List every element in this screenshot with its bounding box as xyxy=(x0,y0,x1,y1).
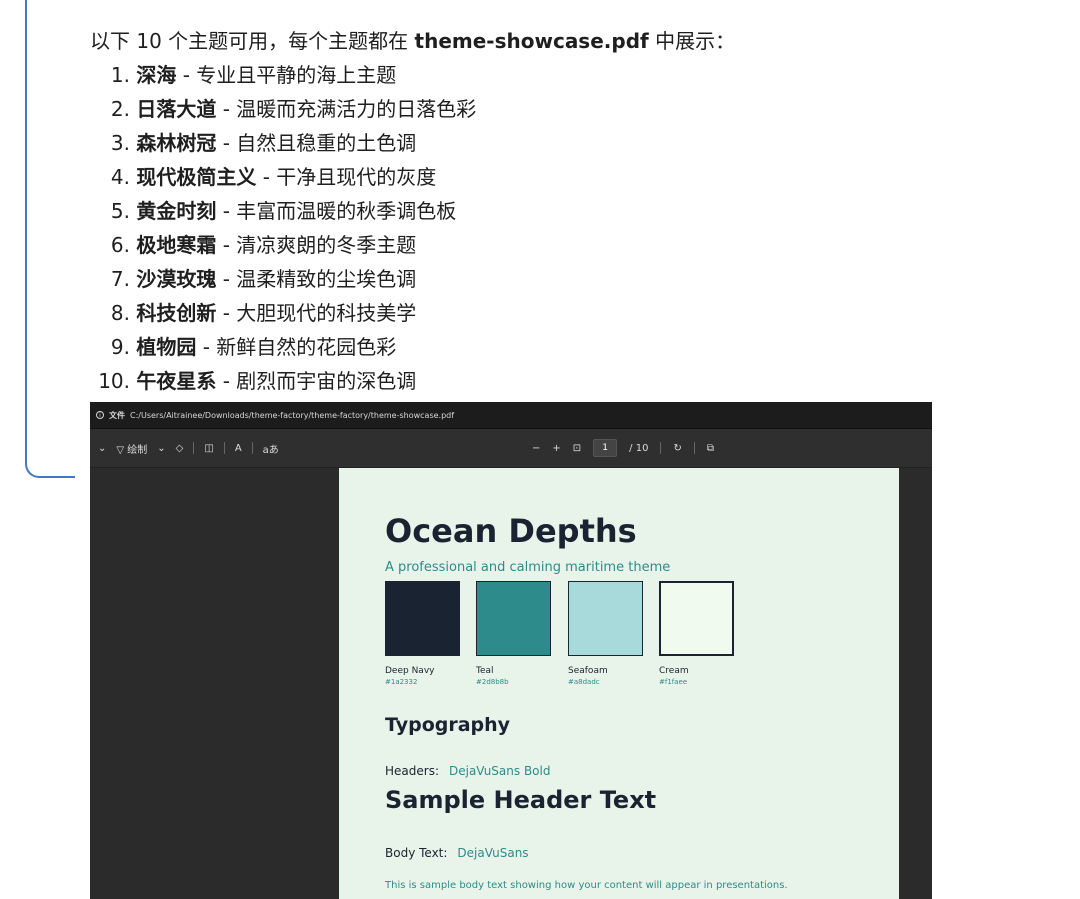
read-aloud-button[interactable]: aあ xyxy=(263,441,279,456)
page-view-icon[interactable]: ◫ xyxy=(204,443,213,454)
address-bar[interactable]: i 文件 C:/Users/Aitrainee/Downloads/theme-… xyxy=(90,402,932,429)
pdf-toolbar: ⌄ ▽ 绘制 ⌄ ◇ ◫ A aあ − + ⊡ 1 / 10 ↻ ⧉ xyxy=(90,429,932,468)
intro-prefix: 以下 10 个主题可用，每个主题都在 xyxy=(90,29,415,53)
chat-bracket-line xyxy=(25,0,75,478)
swatch-hex: #f1faee xyxy=(659,678,688,686)
list-item: 5. 黄金时刻 - 丰富而温暖的秋季调色板 xyxy=(110,199,457,223)
text-size-button[interactable]: A xyxy=(235,443,242,454)
swatch-hex: #1a2332 xyxy=(385,678,418,686)
intro-filename: theme-showcase.pdf xyxy=(414,29,649,53)
intro-text: 以下 10 个主题可用，每个主题都在 theme-showcase.pdf 中展… xyxy=(90,26,735,56)
swatch-seafoam xyxy=(568,581,643,656)
swatch-label: Teal xyxy=(476,666,494,676)
list-item: 4. 现代极简主义 - 干净且现代的灰度 xyxy=(110,165,437,189)
zoom-out-button[interactable]: − xyxy=(532,443,540,454)
typography-heading: Typography xyxy=(385,714,511,736)
swatch-label: Deep Navy xyxy=(385,666,435,676)
list-item: 10. 午夜星系 - 剧烈而宇宙的深色调 xyxy=(98,369,417,393)
rotate-icon[interactable]: ↻ xyxy=(673,443,681,454)
headers-row: Headers: DejaVuSans Bold xyxy=(385,764,551,778)
list-item: 7. 沙漠玫瑰 - 温柔精致的尘埃色调 xyxy=(110,267,417,291)
page-number-input[interactable]: 1 xyxy=(593,439,618,457)
swatch-hex: #a8dadc xyxy=(568,678,600,686)
sample-header-text: Sample Header Text xyxy=(385,786,657,814)
swatch-label: Seafoam xyxy=(568,666,608,676)
draw-button[interactable]: ▽ 绘制 xyxy=(116,441,147,456)
list-item: 6. 极地寒霜 - 清凉爽朗的冬季主题 xyxy=(110,233,417,257)
theme-list: 1. 深海 - 专业且平静的海上主题 2. 日落大道 - 温暖而充满活力的日落色… xyxy=(90,58,476,398)
info-icon[interactable]: i xyxy=(96,411,104,419)
chevron-down-icon[interactable]: ⌄ xyxy=(98,443,106,454)
body-sample-text: This is sample body text showing how you… xyxy=(385,880,788,891)
chevron-down-icon[interactable]: ⌄ xyxy=(157,443,165,454)
list-item: 9. 植物园 - 新鲜自然的花园色彩 xyxy=(110,335,397,359)
list-item: 2. 日落大道 - 温暖而充满活力的日落色彩 xyxy=(110,97,477,121)
list-item: 3. 森林树冠 - 自然且稳重的土色调 xyxy=(110,131,417,155)
list-item: 8. 科技创新 - 大胆现代的科技美学 xyxy=(110,301,417,325)
swatch-cream xyxy=(659,581,734,656)
eraser-icon[interactable]: ◇ xyxy=(176,443,184,454)
swatch-hex: #2d8b8b xyxy=(476,678,509,686)
fit-page-icon[interactable]: ⊡ xyxy=(573,443,581,454)
page-subtitle: A professional and calming maritime them… xyxy=(385,560,671,575)
two-page-icon[interactable]: ⧉ xyxy=(707,443,714,454)
pdf-page: Ocean Depths A professional and calming … xyxy=(339,468,899,899)
address-path[interactable]: C:/Users/Aitrainee/Downloads/theme-facto… xyxy=(130,411,454,420)
swatch-teal xyxy=(476,581,551,656)
pdf-viewer-screenshot: i 文件 C:/Users/Aitrainee/Downloads/theme-… xyxy=(90,402,932,899)
page-total: / 10 xyxy=(629,442,649,454)
address-scheme-label: 文件 xyxy=(109,410,125,420)
swatch-deep-navy xyxy=(385,581,460,656)
page-title: Ocean Depths xyxy=(385,512,637,550)
body-text-row: Body Text: DejaVuSans xyxy=(385,846,529,860)
zoom-in-button[interactable]: + xyxy=(552,443,560,454)
draw-icon: ▽ xyxy=(116,444,125,456)
intro-suffix: 中展示： xyxy=(648,29,736,53)
swatch-label: Cream xyxy=(659,666,689,676)
list-item: 1. 深海 - 专业且平静的海上主题 xyxy=(110,63,397,87)
